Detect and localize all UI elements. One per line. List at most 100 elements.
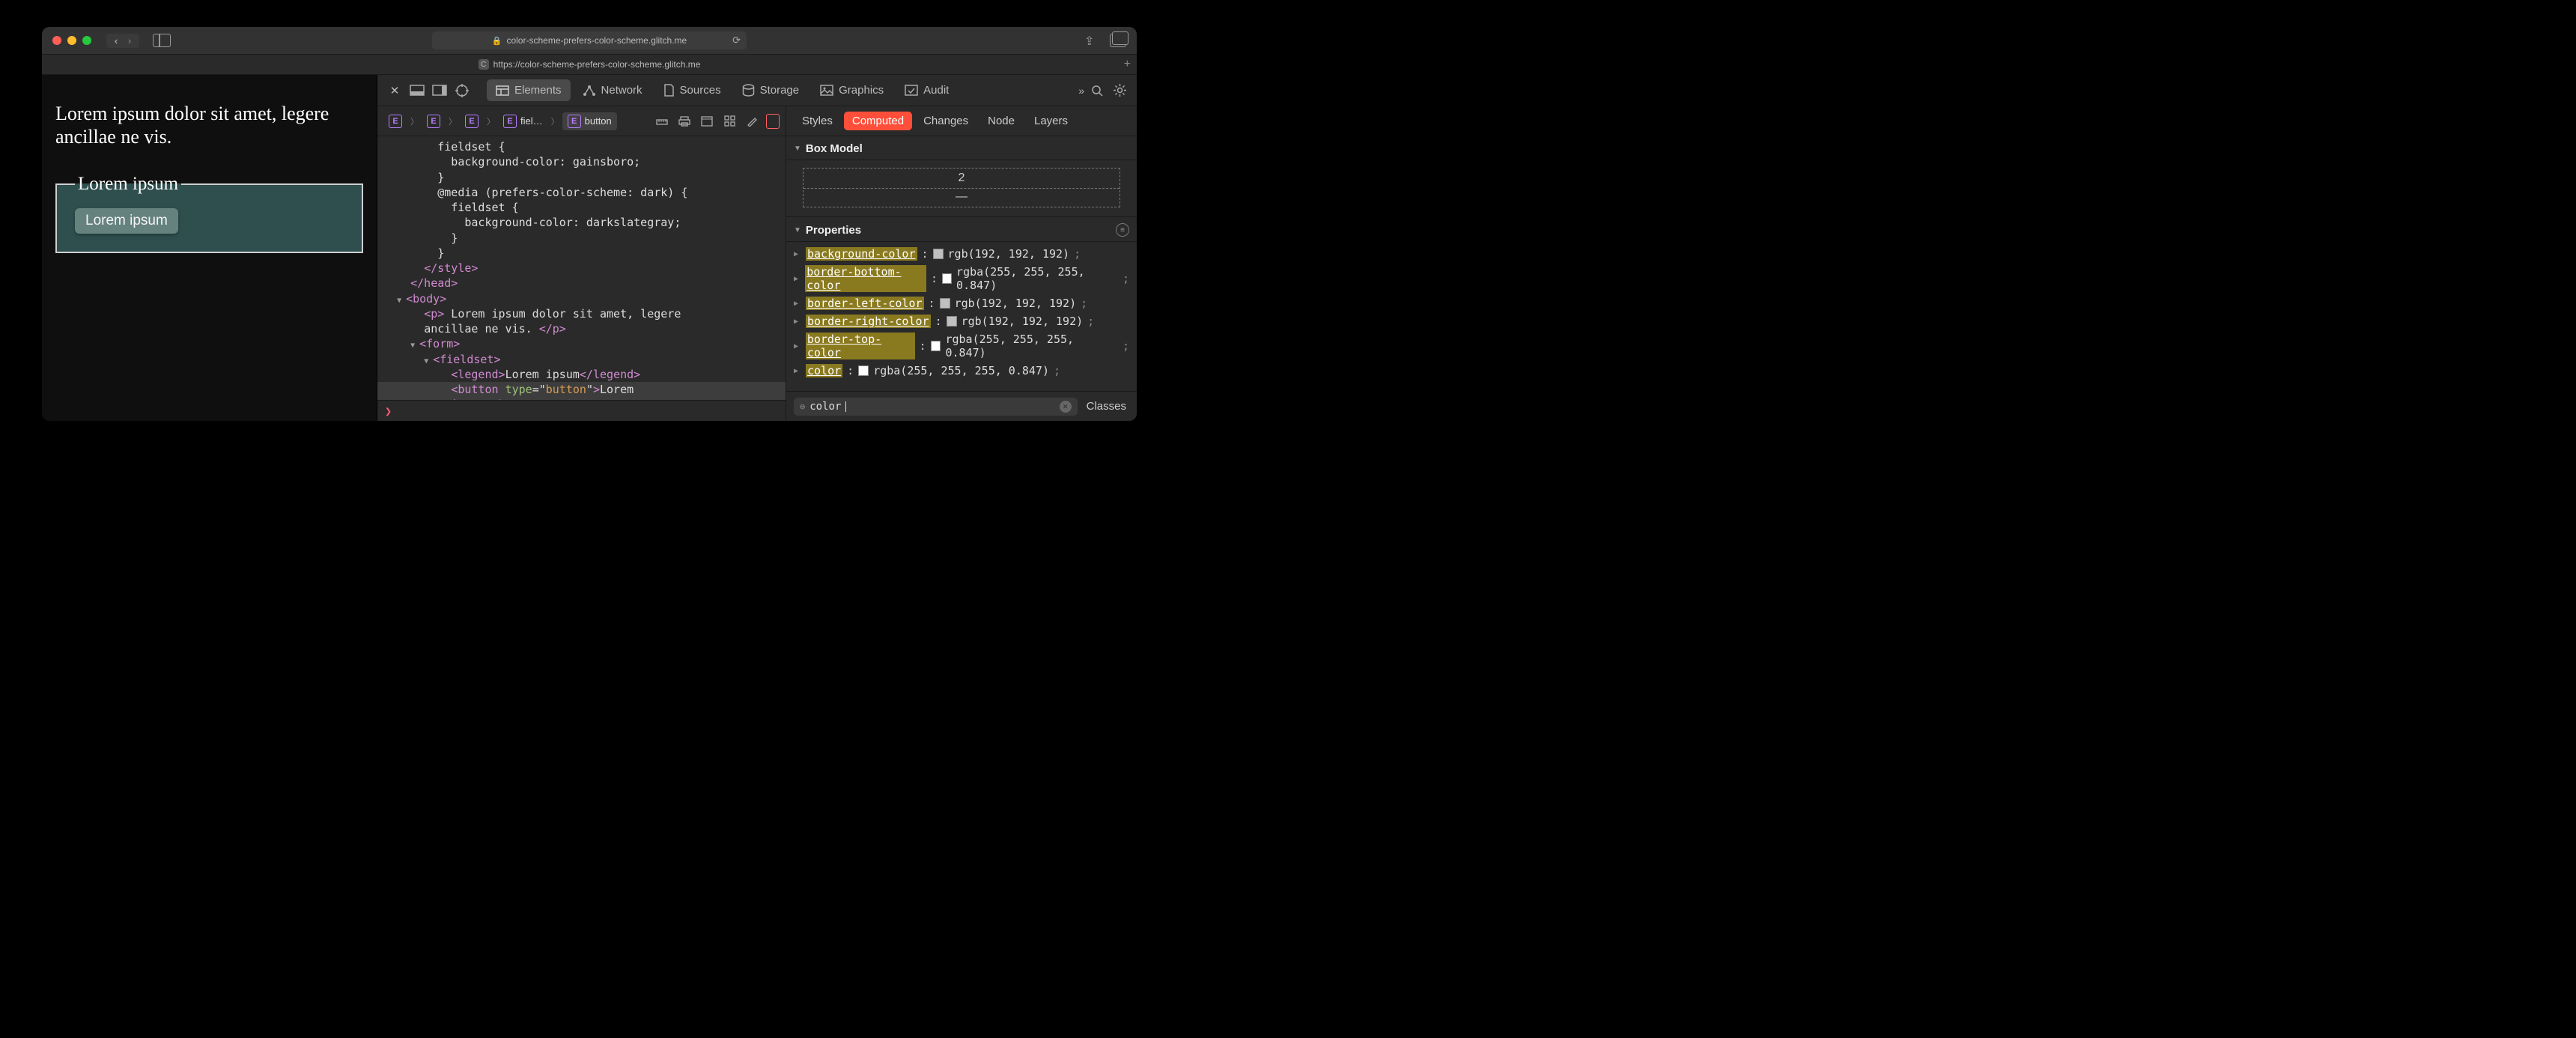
disclosure-triangle-icon: ▶	[794, 275, 801, 283]
tab-favicon: C	[479, 59, 489, 70]
disclosure-triangle-icon: ▶	[794, 342, 801, 350]
new-tab-button[interactable]: +	[1124, 58, 1131, 71]
inspect-icon[interactable]	[452, 81, 472, 100]
prompt-chevron-icon: ❯	[385, 404, 392, 418]
chevron-right-icon: 〉	[487, 115, 495, 127]
filter-icon[interactable]: ≡	[1116, 223, 1129, 237]
force-state-icon[interactable]	[699, 114, 715, 129]
url-text: color-scheme-prefers-color-scheme.glitch…	[506, 35, 687, 46]
clear-filter-icon[interactable]: ✕	[1060, 401, 1072, 413]
chevron-right-icon: 〉	[551, 115, 559, 127]
page-viewport: Lorem ipsum dolor sit amet, legere ancil…	[42, 75, 377, 421]
lock-icon: 🔒	[492, 36, 502, 46]
compositing-icon[interactable]	[766, 114, 780, 129]
tab-bar: C https://color-scheme-prefers-color-sch…	[42, 54, 1137, 75]
page-button[interactable]: Lorem ipsum	[75, 208, 178, 234]
tab-changes[interactable]: Changes	[915, 112, 976, 130]
dom-tree[interactable]: fieldset { background-color: gainsboro; …	[377, 136, 786, 400]
share-icon[interactable]: ⇪	[1084, 34, 1101, 47]
disclosure-triangle-icon: ▼	[794, 226, 801, 234]
property-row[interactable]: ▶background-color: rgb(192, 192, 192);	[786, 245, 1137, 263]
property-row[interactable]: ▶border-right-color: rgb(192, 192, 192);	[786, 312, 1137, 330]
chevron-right-icon: 〉	[449, 115, 457, 127]
property-value: rgb(192, 192, 192)	[955, 297, 1077, 310]
box-model-header[interactable]: ▼ Box Model	[786, 136, 1137, 160]
back-button[interactable]: ‹	[109, 35, 123, 46]
property-value: rgb(192, 192, 192)	[962, 315, 1084, 328]
property-name: border-left-color	[806, 297, 924, 310]
page-fieldset: Lorem ipsum Lorem ipsum	[55, 174, 363, 253]
chevron-right-icon: 〉	[410, 115, 419, 127]
devtools: ✕ Elements Network	[377, 75, 1137, 421]
box-model[interactable]: 2 —	[786, 160, 1137, 217]
forward-button[interactable]: ›	[123, 35, 136, 46]
minimize-window-icon[interactable]	[67, 36, 76, 45]
console-prompt[interactable]: ❯	[377, 400, 786, 421]
filter-row: ⊜ color ✕ Classes	[786, 391, 1137, 421]
show-tabs-icon[interactable]	[1110, 34, 1126, 47]
color-swatch[interactable]	[931, 341, 941, 351]
settings-icon[interactable]	[1110, 81, 1129, 100]
computed-properties-list: ▶background-color: rgb(192, 192, 192);▶b…	[786, 242, 1137, 391]
tab-storage[interactable]: Storage	[733, 79, 809, 101]
property-value: rgb(192, 192, 192)	[948, 247, 1070, 261]
close-window-icon[interactable]	[52, 36, 61, 45]
breadcrumb-item[interactable]: Efiel…	[498, 112, 548, 130]
properties-header[interactable]: ▼ Properties ≡	[786, 217, 1137, 242]
property-value: rgba(255, 255, 255, 0.847)	[873, 364, 1049, 377]
property-row[interactable]: ▶border-top-color: rgba(255, 255, 255, 0…	[786, 330, 1137, 362]
paint-icon[interactable]	[744, 114, 760, 129]
breadcrumb-item[interactable]: E	[422, 112, 446, 130]
grid-icon[interactable]	[721, 114, 738, 129]
print-styles-icon[interactable]	[676, 114, 693, 129]
property-row[interactable]: ▶color: rgba(255, 255, 255, 0.847);	[786, 362, 1137, 380]
titlebar: ‹ › 🔒 color-scheme-prefers-color-scheme.…	[42, 27, 1137, 54]
tab-network[interactable]: Network	[574, 79, 651, 101]
page-paragraph: Lorem ipsum dolor sit amet, legere ancil…	[55, 102, 363, 148]
disclosure-triangle-icon: ▶	[794, 318, 801, 326]
color-swatch[interactable]	[947, 316, 957, 327]
nav-arrows: ‹ ›	[106, 34, 139, 48]
color-swatch[interactable]	[942, 273, 952, 284]
breadcrumb-item[interactable]: E	[383, 112, 407, 130]
breadcrumb-item-selected[interactable]: Ebutton	[562, 112, 617, 130]
tab-styles[interactable]: Styles	[794, 112, 841, 130]
dock-bottom-icon[interactable]	[407, 81, 427, 100]
property-value: rgba(255, 255, 255, 0.847)	[945, 333, 1118, 359]
tab-node[interactable]: Node	[979, 112, 1023, 130]
color-swatch[interactable]	[940, 298, 950, 309]
tab-title[interactable]: https://color-scheme-prefers-color-schem…	[493, 59, 701, 70]
search-icon[interactable]	[1087, 81, 1107, 100]
page-legend: Lorem ipsum	[75, 174, 181, 195]
reload-icon[interactable]: ⟳	[732, 34, 741, 46]
tab-sources[interactable]: Sources	[654, 79, 730, 101]
disclosure-triangle-icon: ▶	[794, 300, 801, 308]
ruler-icon[interactable]	[654, 114, 670, 129]
color-swatch[interactable]	[858, 365, 869, 376]
classes-button[interactable]: Classes	[1084, 400, 1129, 413]
styles-panel: Styles Computed Changes Node Layers ▼ Bo…	[786, 106, 1137, 421]
tab-layers[interactable]: Layers	[1026, 112, 1076, 130]
url-bar[interactable]: 🔒 color-scheme-prefers-color-scheme.glit…	[432, 31, 747, 49]
color-swatch[interactable]	[933, 249, 944, 259]
property-row[interactable]: ▶border-bottom-color: rgba(255, 255, 255…	[786, 263, 1137, 294]
filter-input[interactable]: ⊜ color ✕	[794, 398, 1078, 416]
breadcrumb-item[interactable]: E	[460, 112, 484, 130]
dock-right-icon[interactable]	[430, 81, 449, 100]
devtools-tabbar: ✕ Elements Network	[377, 75, 1137, 106]
tab-graphics[interactable]: Graphics	[811, 79, 893, 101]
tab-elements[interactable]: Elements	[487, 79, 571, 101]
property-name: color	[806, 364, 842, 377]
styles-tabbar: Styles Computed Changes Node Layers	[786, 106, 1137, 136]
tab-audit[interactable]: Audit	[896, 79, 958, 101]
more-tabs-icon[interactable]: »	[1078, 85, 1084, 97]
property-row[interactable]: ▶border-left-color: rgb(192, 192, 192);	[786, 294, 1137, 312]
tab-computed[interactable]: Computed	[844, 112, 912, 130]
disclosure-triangle-icon: ▼	[794, 145, 801, 153]
property-name: background-color	[806, 247, 917, 261]
sidebar-toggle-icon[interactable]	[153, 34, 171, 47]
property-name: border-bottom-color	[805, 265, 926, 292]
close-devtools-icon[interactable]: ✕	[385, 81, 404, 100]
maximize-window-icon[interactable]	[82, 36, 91, 45]
property-name: border-right-color	[806, 315, 931, 328]
